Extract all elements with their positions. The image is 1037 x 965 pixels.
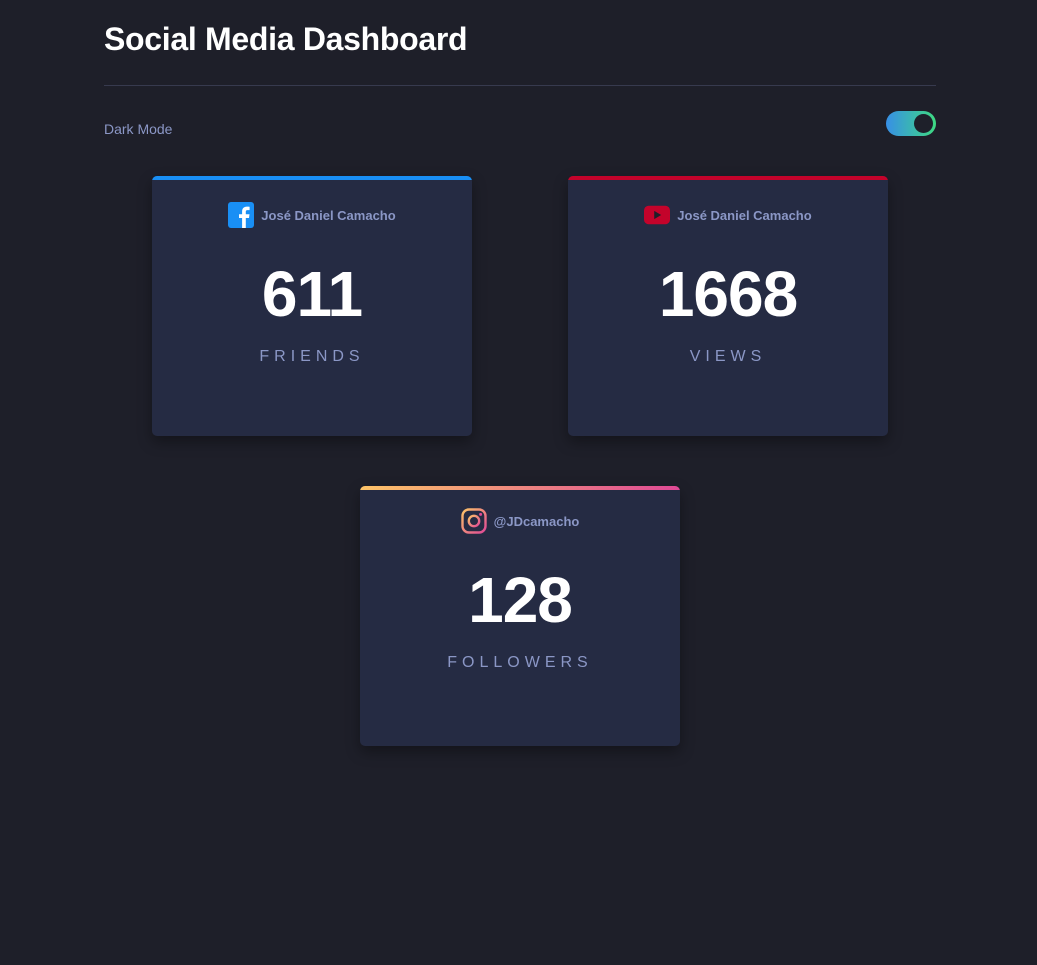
instagram-icon	[460, 508, 487, 534]
card-handle: José Daniel Camacho	[261, 207, 396, 223]
card-accent-bar	[152, 176, 472, 180]
instagram-card[interactable]: @JDcamacho 128 FOLLOWERS	[360, 486, 680, 746]
toggle-knob	[914, 114, 933, 133]
card-accent-bar	[360, 486, 680, 490]
card-count: 611	[261, 258, 363, 330]
card-header: @JDcamacho	[360, 508, 680, 534]
facebook-card[interactable]: José Daniel Camacho 611 FRIENDS	[152, 176, 472, 436]
card-header: José Daniel Camacho	[568, 202, 888, 228]
page-title: Social Media Dashboard	[104, 21, 468, 57]
header-divider	[104, 85, 936, 86]
facebook-icon	[228, 202, 255, 228]
dark-mode-toggle[interactable]	[886, 111, 936, 136]
dark-mode-label: Dark Mode	[104, 121, 173, 137]
card-handle: José Daniel Camacho	[677, 207, 812, 223]
youtube-card[interactable]: José Daniel Camacho 1668 VIEWS	[568, 176, 888, 436]
dashboard-page: Social Media Dashboard Dark Mode José Da…	[0, 0, 1037, 965]
youtube-icon	[644, 202, 671, 228]
card-count: 128	[468, 564, 573, 636]
card-label: VIEWS	[689, 348, 767, 365]
card-accent-bar	[568, 176, 888, 180]
card-count: 1668	[658, 258, 798, 330]
card-label: FOLLOWERS	[447, 654, 593, 671]
card-handle: @JDcamacho	[493, 513, 580, 529]
card-label: FRIENDS	[259, 348, 365, 365]
card-header: José Daniel Camacho	[152, 202, 472, 228]
